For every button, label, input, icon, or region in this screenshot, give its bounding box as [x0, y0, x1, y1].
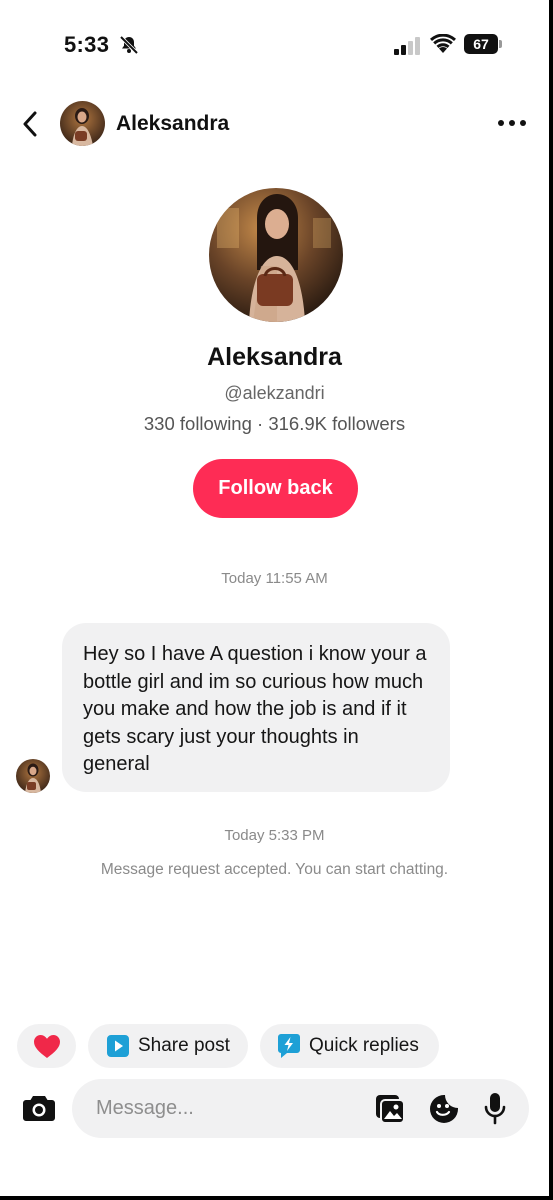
share-post-chip[interactable]: Share post — [88, 1024, 248, 1068]
quick-replies-chip[interactable]: Quick replies — [260, 1024, 439, 1068]
more-dots-icon[interactable] — [497, 117, 527, 129]
wifi-icon — [430, 34, 456, 53]
profile-stats: 330 following · 316.9K followers — [143, 413, 406, 434]
battery-level: 67 — [464, 34, 498, 54]
signal-icon — [394, 37, 420, 55]
battery-icon: 67 — [464, 34, 502, 54]
sticker-icon[interactable] — [428, 1093, 460, 1125]
share-post-icon — [107, 1035, 129, 1057]
message-timestamp: Today 11:55 AM — [221, 570, 328, 587]
share-post-label: Share post — [138, 1035, 230, 1056]
message-timestamp-2: Today 5:33 PM — [224, 827, 325, 844]
gallery-icon[interactable] — [374, 1093, 406, 1125]
heart-chip[interactable] — [17, 1024, 76, 1068]
incoming-message-bubble[interactable]: Hey so I have A question i know your a b… — [62, 623, 450, 792]
header-name[interactable]: Aleksandra — [116, 112, 229, 136]
status-time: 5:33 — [64, 32, 110, 57]
quick-replies-icon — [278, 1034, 300, 1058]
heart-icon — [33, 1034, 60, 1058]
message-avatar[interactable] — [16, 759, 50, 793]
quick-replies-label: Quick replies — [309, 1035, 419, 1056]
message-input[interactable] — [96, 1079, 356, 1138]
system-note: Message request accepted. You can start … — [100, 861, 449, 878]
profile-name: Aleksandra — [207, 343, 342, 371]
bell-slash-icon — [119, 35, 139, 55]
header-avatar[interactable] — [60, 101, 105, 146]
message-composer — [72, 1079, 529, 1138]
back-chevron-icon[interactable] — [20, 110, 40, 138]
dm-screen: 5:33 67 Aleksandra Aleksandra @alekzandr… — [0, 0, 549, 1196]
profile-avatar[interactable] — [209, 188, 343, 322]
follow-back-button[interactable]: Follow back — [193, 459, 358, 518]
mic-icon[interactable] — [484, 1092, 506, 1125]
camera-icon[interactable] — [22, 1093, 56, 1123]
profile-handle: @alekzandri — [224, 383, 325, 403]
